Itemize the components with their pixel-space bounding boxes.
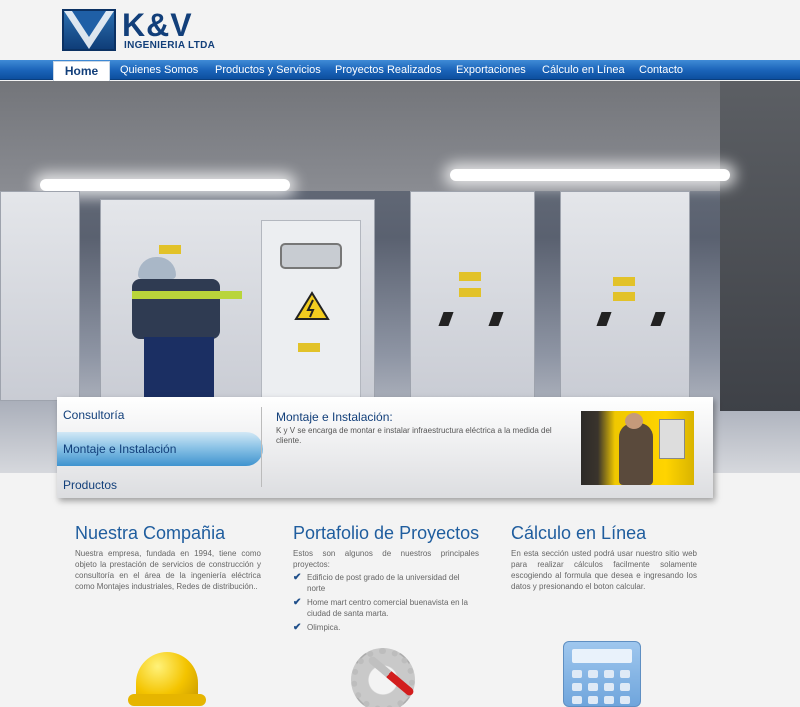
column-calculo: Cálculo en Línea En esta sección usted p…	[511, 522, 697, 592]
gear-tool-icon[interactable]	[345, 642, 427, 707]
list-item: ✔ Edificio de post grado de la universid…	[293, 572, 479, 594]
slider-title: Montaje e Instalación:	[276, 410, 393, 424]
project-list: ✔ Edificio de post grado de la universid…	[293, 572, 479, 633]
viewing-window	[280, 243, 342, 269]
cabinet-door	[261, 220, 361, 400]
calculator-key	[604, 696, 614, 704]
calculator-key	[620, 696, 630, 704]
yellow-label	[613, 277, 635, 286]
worker-helmet	[138, 257, 176, 279]
hero-wall	[720, 81, 800, 411]
main-nav: Quienes Somos Productos y Servicios Proy…	[0, 60, 800, 80]
calculator-key	[572, 696, 582, 704]
calculator-key	[588, 683, 598, 691]
logo-mark-icon	[62, 9, 116, 51]
list-item-text: Olimpica.	[307, 623, 341, 632]
slider-description: K y V se encarga de montar e instalar in…	[276, 426, 552, 445]
list-item: ✔ Olimpica.	[293, 622, 479, 633]
column-title: Nuestra Compañia	[75, 523, 226, 543]
calculator-key	[604, 670, 614, 678]
column-portafolio: Portafolio de Proyectos Estos son alguno…	[293, 522, 479, 636]
helmet-dome	[136, 652, 198, 700]
breaker-handle	[650, 312, 666, 326]
yellow-label	[459, 288, 481, 297]
worker-legs	[144, 337, 214, 397]
calculator-key	[588, 696, 598, 704]
nav-item-contacto[interactable]: Contacto	[639, 60, 683, 80]
calculator-key	[604, 683, 614, 691]
helmet-icon[interactable]	[128, 648, 206, 707]
gear-body	[351, 648, 415, 707]
calculator-key	[572, 670, 582, 678]
checkmark-icon: ✔	[293, 572, 302, 583]
list-item-text: Home mart centro comercial buenavista en…	[307, 598, 468, 618]
column-nuestra-compania: Nuestra Compañia Nuestra empresa, fundad…	[75, 522, 261, 592]
column-title: Portafolio de Proyectos	[293, 523, 480, 543]
column-text: Nuestra empresa, fundada en 1994, tiene …	[75, 549, 261, 591]
yellow-label	[613, 292, 635, 301]
list-item: ✔ Home mart centro comercial buenavista …	[293, 597, 479, 619]
checkmark-icon: ✔	[293, 622, 302, 633]
nav-item-productos-servicios[interactable]: Productos y Servicios	[215, 60, 321, 80]
thumbnail-worker	[619, 423, 653, 485]
worker-vest-stripe	[132, 291, 242, 299]
checkmark-icon: ✔	[293, 597, 302, 608]
helmet-brim	[128, 694, 206, 706]
ceiling-light	[450, 169, 730, 181]
services-slider: Consultoría Montaje e Instalación Produc…	[57, 397, 713, 498]
nav-item-calculo-en-linea[interactable]: Cálculo en Línea	[542, 60, 625, 80]
switchgear-cabinet	[410, 191, 535, 401]
logo-subtitle: INGENIERIA LTDA	[124, 40, 216, 51]
nav-item-quienes-somos[interactable]: Quienes Somos	[120, 60, 198, 80]
site-header: K&V INGENIERIA LTDA	[0, 0, 800, 60]
slider-thumbnail	[581, 411, 694, 485]
slider-divider	[261, 407, 262, 487]
breaker-handle	[488, 312, 504, 326]
breaker-handle	[438, 312, 454, 326]
worker-figure	[132, 251, 252, 397]
column-text: Estos son algunos de nuestros principale…	[293, 549, 479, 569]
slider-tab-productos[interactable]: Productos	[57, 468, 263, 502]
worker-body	[132, 279, 220, 339]
calculator-screen	[572, 649, 632, 663]
nav-item-exportaciones[interactable]: Exportaciones	[456, 60, 526, 80]
warning-sign-icon	[294, 291, 330, 320]
nav-item-home[interactable]: Home	[53, 61, 110, 81]
site-logo[interactable]: K&V INGENIERIA LTDA	[62, 7, 222, 53]
thumbnail-electrical-panel	[659, 419, 685, 459]
nav-item-proyectos-realizados[interactable]: Proyectos Realizados	[335, 60, 441, 80]
list-item-text: Edificio de post grado de la universidad…	[307, 573, 460, 593]
calculator-key	[620, 670, 630, 678]
column-title: Cálculo en Línea	[511, 523, 647, 543]
calculator-key	[588, 670, 598, 678]
logo-title: K&V	[122, 7, 193, 43]
yellow-label	[298, 343, 320, 352]
column-text: En esta sección usted podrá usar nuestro…	[511, 549, 697, 591]
slider-tab-consultoria[interactable]: Consultoría	[57, 398, 263, 432]
switchgear-cabinet	[0, 191, 80, 401]
slider-tab-montaje[interactable]: Montaje e Instalación	[57, 432, 263, 466]
thumbnail-worker-head	[625, 413, 643, 429]
switchgear-cabinet	[560, 191, 690, 401]
calculator-icon[interactable]	[563, 641, 641, 707]
yellow-label	[459, 272, 481, 281]
breaker-handle	[596, 312, 612, 326]
calculator-key	[620, 683, 630, 691]
ceiling-light	[40, 179, 290, 191]
calculator-key	[572, 683, 582, 691]
